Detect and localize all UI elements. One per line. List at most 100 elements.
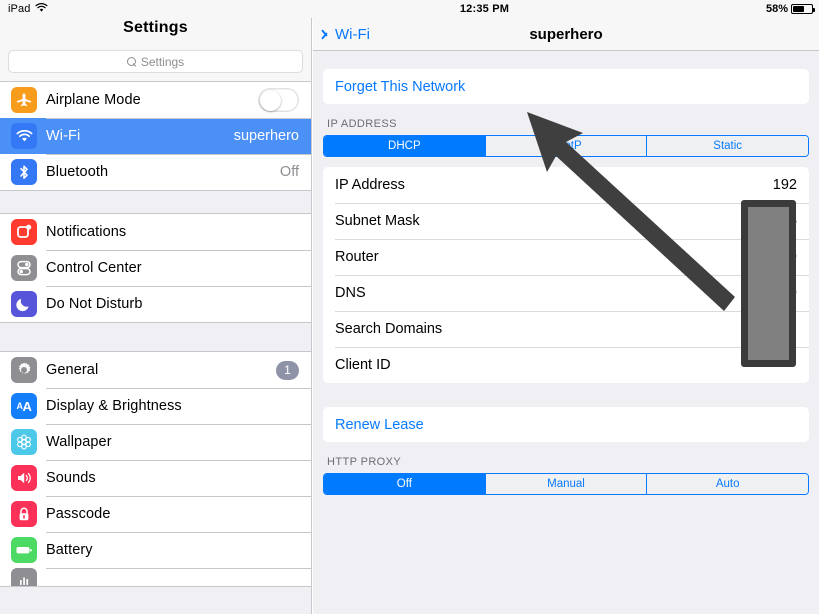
wifi-network-value: superhero bbox=[233, 128, 299, 144]
sidebar-item-airplane-mode[interactable]: Airplane Mode bbox=[0, 82, 311, 118]
notifications-icon bbox=[11, 219, 37, 245]
display-brightness-icon: AA bbox=[11, 393, 37, 419]
sidebar-item-label: Wi-Fi bbox=[46, 128, 81, 144]
ip-address-section-label: IP ADDRESS bbox=[327, 118, 397, 130]
network-detail-pane: Wi-Fi superhero Forget This Network IP A… bbox=[313, 18, 819, 614]
sidebar-item-notifications[interactable]: Notifications bbox=[0, 214, 311, 250]
settings-sidebar: Settings Settings Airplane Mode Wi-Fi su… bbox=[0, 18, 312, 614]
table-row[interactable]: Search Domains bbox=[323, 311, 809, 347]
airplane-icon bbox=[11, 87, 37, 113]
sidebar-item-label: Bluetooth bbox=[46, 164, 109, 180]
http-proxy-segmented-control: Off Manual Auto bbox=[323, 473, 809, 495]
status-bar-right: 58% bbox=[765, 3, 815, 15]
chevron-left-icon bbox=[323, 27, 332, 42]
renew-lease-card: Renew Lease bbox=[323, 407, 809, 442]
row-key: DNS bbox=[335, 285, 366, 301]
sounds-icon bbox=[11, 465, 37, 491]
table-row[interactable]: Client ID bbox=[323, 347, 809, 383]
ip-mode-bootp[interactable]: BootP bbox=[484, 136, 647, 156]
ip-mode-segmented-control: DHCP BootP Static bbox=[323, 135, 809, 157]
general-badge: 1 bbox=[276, 360, 299, 380]
row-key: Router bbox=[335, 249, 379, 265]
forget-network-button[interactable]: Forget This Network bbox=[323, 69, 809, 104]
sidebar-item-label: Do Not Disturb bbox=[46, 296, 143, 312]
lock-icon bbox=[11, 501, 37, 527]
bluetooth-icon bbox=[11, 159, 37, 185]
sidebar-item-label: Wallpaper bbox=[46, 434, 112, 450]
control-center-icon bbox=[11, 255, 37, 281]
ipad-settings-screen: iPad 12:35 PM 58% Settings Settings Airp… bbox=[0, 0, 819, 614]
sidebar-item-do-not-disturb[interactable]: Do Not Disturb bbox=[0, 286, 311, 322]
bluetooth-state-value: Off bbox=[279, 164, 299, 180]
ip-mode-dhcp[interactable]: DHCP bbox=[324, 136, 485, 156]
search-container: Settings bbox=[0, 44, 311, 81]
sidebar-item-sounds[interactable]: Sounds bbox=[0, 460, 311, 496]
privacy-icon bbox=[11, 568, 37, 586]
sidebar-item-wifi[interactable]: Wi-Fi superhero bbox=[0, 118, 311, 154]
proxy-mode-off[interactable]: Off bbox=[324, 474, 485, 494]
sidebar-item-display-brightness[interactable]: AA Display & Brightness bbox=[0, 388, 311, 424]
row-value: 19 bbox=[780, 285, 797, 301]
wifi-icon bbox=[11, 123, 37, 149]
row-key: Client ID bbox=[335, 357, 391, 373]
detail-body: Forget This Network IP ADDRESS DHCP Boot… bbox=[313, 51, 819, 613]
table-row[interactable]: Router 19 bbox=[323, 239, 809, 275]
sidebar-item-label: Battery bbox=[46, 542, 93, 558]
sidebar-header: Settings bbox=[0, 18, 311, 44]
table-row[interactable]: Subnet Mask 255.25 bbox=[323, 203, 809, 239]
sidebar-group-spacer bbox=[0, 191, 311, 213]
back-button[interactable]: Wi-Fi bbox=[323, 26, 370, 43]
sidebar-item-label: Sounds bbox=[46, 470, 96, 486]
detail-title: superhero bbox=[529, 25, 603, 43]
proxy-mode-manual[interactable]: Manual bbox=[484, 474, 647, 494]
row-value: 19 bbox=[780, 249, 797, 265]
sidebar-item-general[interactable]: General 1 bbox=[0, 352, 311, 388]
table-row[interactable]: IP Address 192 bbox=[323, 167, 809, 203]
wallpaper-icon bbox=[11, 429, 37, 455]
sidebar-group-spacer bbox=[0, 323, 311, 351]
proxy-mode-auto[interactable]: Auto bbox=[646, 474, 808, 494]
sidebar-item-bluetooth[interactable]: Bluetooth Off bbox=[0, 154, 311, 190]
back-button-label: Wi-Fi bbox=[335, 25, 370, 43]
forget-network-card: Forget This Network bbox=[323, 69, 809, 104]
status-bar-time: 12:35 PM bbox=[459, 3, 510, 15]
sidebar-group-system: General 1 AA Display & Brightness Wallpa… bbox=[0, 351, 311, 587]
sidebar-item-wallpaper[interactable]: Wallpaper bbox=[0, 424, 311, 460]
row-key: Search Domains bbox=[335, 321, 443, 337]
row-value: 255.25 bbox=[752, 213, 797, 229]
row-key: IP Address bbox=[335, 177, 405, 193]
airplane-mode-toggle[interactable] bbox=[258, 88, 299, 112]
sidebar-item-label: Airplane Mode bbox=[46, 92, 141, 108]
sidebar-item-passcode[interactable]: Passcode bbox=[0, 496, 311, 532]
sidebar-item-label: General bbox=[46, 362, 99, 378]
sidebar-item-label: Passcode bbox=[46, 506, 111, 522]
sidebar-item-label: Control Center bbox=[46, 260, 142, 276]
row-key: Subnet Mask bbox=[335, 213, 420, 229]
status-bar: iPad 12:35 PM 58% bbox=[0, 0, 819, 18]
http-proxy-section-label: HTTP PROXY bbox=[327, 456, 402, 468]
table-row[interactable]: DNS 19 bbox=[323, 275, 809, 311]
sidebar-item-battery[interactable]: Battery bbox=[0, 532, 311, 568]
sidebar-item-label: Display & Brightness bbox=[46, 398, 182, 414]
sidebar-group-connectivity: Airplane Mode Wi-Fi superhero Bluetooth … bbox=[0, 81, 311, 191]
battery-percent-label: 58% bbox=[765, 3, 788, 15]
sidebar-item-label: Notifications bbox=[46, 224, 127, 240]
sidebar-item-partial[interactable] bbox=[0, 568, 311, 586]
sidebar-item-control-center[interactable]: Control Center bbox=[0, 250, 311, 286]
row-value: 192 bbox=[772, 177, 797, 193]
detail-header: Wi-Fi superhero bbox=[313, 18, 819, 51]
search-icon bbox=[126, 56, 137, 67]
do-not-disturb-icon bbox=[11, 291, 37, 317]
battery-icon bbox=[11, 537, 37, 563]
search-placeholder: Settings bbox=[140, 54, 185, 69]
renew-lease-button[interactable]: Renew Lease bbox=[323, 407, 809, 442]
page-title: Settings bbox=[123, 19, 188, 36]
ip-mode-static[interactable]: Static bbox=[646, 136, 808, 156]
gear-icon bbox=[11, 357, 37, 383]
ip-details-card: IP Address 192 Subnet Mask 255.25 Router… bbox=[323, 167, 809, 383]
sidebar-group-alerts: Notifications Control Center Do Not Dist… bbox=[0, 213, 311, 323]
search-input[interactable]: Settings bbox=[8, 50, 303, 73]
battery-icon bbox=[791, 4, 815, 14]
